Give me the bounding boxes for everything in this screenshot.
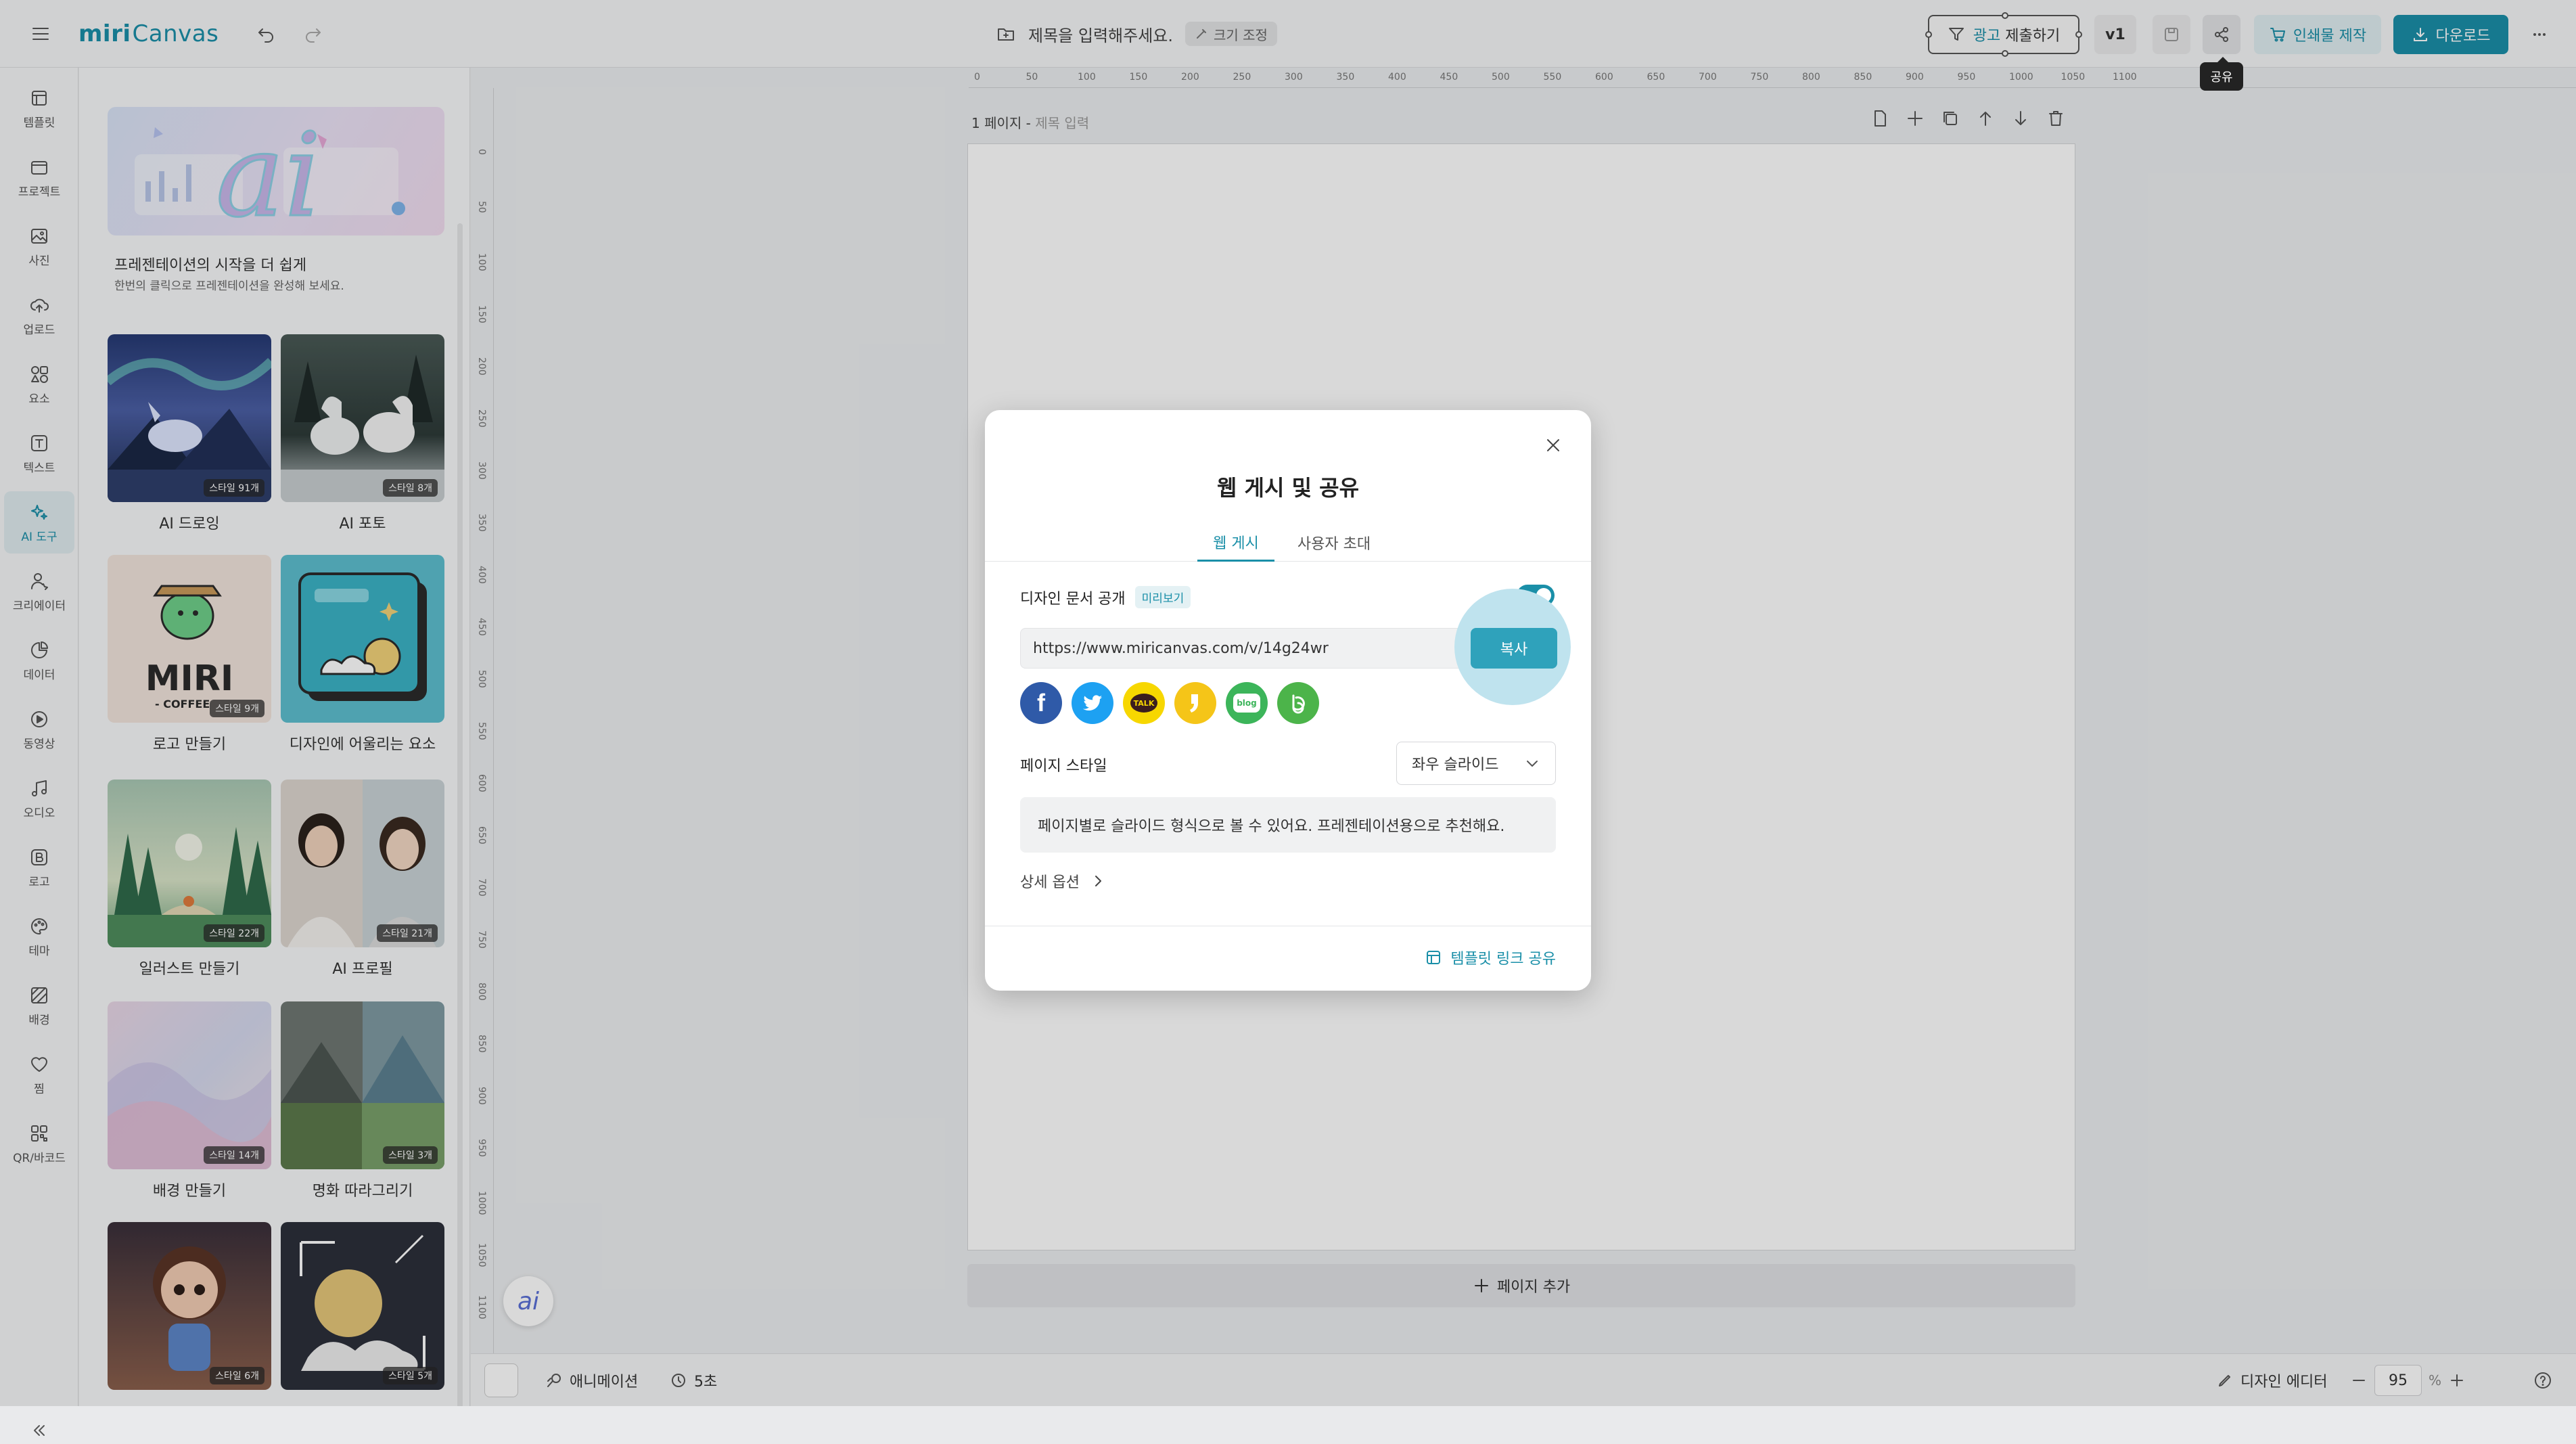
- template-link-share-button[interactable]: 템플릿 링크 공유: [1425, 947, 1556, 968]
- kakaotalk-icon[interactable]: TALK: [1123, 682, 1165, 724]
- template-link-label: 템플릿 링크 공유: [1450, 951, 1556, 968]
- share-url-field[interactable]: https://www.miricanvas.com/v/14g24wr: [1020, 628, 1469, 669]
- facebook-glyph: f: [1037, 689, 1045, 717]
- chevron-down-icon: [1527, 761, 1538, 767]
- page-style-label: 페이지 스타일: [1020, 758, 1107, 775]
- dialog-title: 웹 게시 및 공유: [1216, 475, 1360, 501]
- page-style-select[interactable]: 좌우 슬라이드: [1396, 742, 1556, 785]
- tab-web-publish[interactable]: 웹 게시: [1197, 524, 1274, 562]
- share-tooltip: 공유: [2200, 57, 2243, 91]
- template-icon: [1427, 951, 1441, 964]
- naver-band-icon[interactable]: [1277, 682, 1319, 724]
- tab-invite-users[interactable]: 사용자 초대: [1287, 524, 1381, 562]
- page-style-value: 좌우 슬라이드: [1412, 757, 1499, 773]
- facebook-icon[interactable]: f: [1020, 682, 1062, 724]
- close-icon[interactable]: [1540, 432, 1567, 459]
- naver-blog-glyph: blog: [1233, 694, 1260, 713]
- copy-button[interactable]: 복사: [1471, 628, 1557, 669]
- naver-blog-icon[interactable]: blog: [1226, 682, 1268, 724]
- dialog-footer: 템플릿 링크 공유: [985, 926, 1591, 991]
- kakaotalk-glyph: TALK: [1130, 694, 1157, 713]
- dialog-tabs: 웹 게시 사용자 초대: [985, 517, 1591, 562]
- collapse-panel-icon[interactable]: [26, 1417, 53, 1444]
- kakaostory-icon[interactable]: [1174, 682, 1216, 724]
- twitter-icon[interactable]: [1072, 682, 1113, 724]
- public-label: 디자인 문서 공개: [1020, 590, 1126, 608]
- page-style-description: 페이지별로 슬라이드 형식으로 볼 수 있어요. 프레젠테이션용으로 추천해요.: [1020, 797, 1556, 853]
- preview-badge[interactable]: 미리보기: [1134, 586, 1191, 608]
- public-setting: 디자인 문서 공개 미리보기: [1020, 586, 1191, 608]
- detail-options-link[interactable]: 상세 옵션: [1020, 870, 1105, 892]
- detail-options-label: 상세 옵션: [1020, 874, 1080, 891]
- web-publish-dialog: 웹 게시 및 공유 웹 게시 사용자 초대 디자인 문서 공개 미리보기 htt…: [985, 410, 1591, 991]
- chevron-right-icon: [1095, 876, 1101, 886]
- social-share-list: f TALK blog: [1020, 682, 1319, 724]
